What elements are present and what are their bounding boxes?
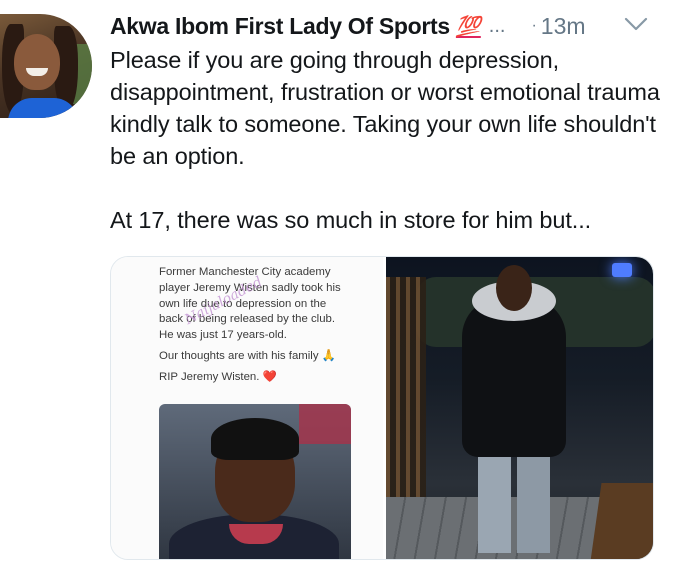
tweet-paragraph: Please if you are going through depressi… xyxy=(110,47,660,169)
caption-line: Former Manchester City academy xyxy=(159,266,331,278)
chevron-down-icon[interactable] xyxy=(624,16,648,32)
author-avatar[interactable] xyxy=(0,14,92,118)
caption-line: player Jeremy Wisten sadly took his xyxy=(159,281,341,294)
name-truncation: ... xyxy=(488,14,506,37)
boy-portrait xyxy=(159,404,351,559)
caption-line: He was just 17 years-old. xyxy=(159,329,287,342)
pray-emoji: 🙏 xyxy=(321,349,336,362)
separator-dot: · xyxy=(531,17,537,34)
caption-rip: RIP Jeremy Wisten. ❤️ xyxy=(159,370,369,386)
media-image-right[interactable] xyxy=(386,257,653,559)
person-jacket xyxy=(462,297,566,457)
heart-emoji: ❤️ xyxy=(262,370,277,383)
photo-blue-light xyxy=(612,263,632,277)
portrait-background-red xyxy=(299,404,351,444)
person-jeans xyxy=(478,453,550,553)
author-name[interactable]: Akwa Ibom First Lady Of Sports xyxy=(110,13,450,40)
tweet-paragraph: At 17, there was so much in store for hi… xyxy=(110,207,592,233)
portrait-hair xyxy=(211,418,299,460)
hundred-points-emoji: 💯 xyxy=(455,15,481,38)
avatar-face xyxy=(14,34,60,90)
rip-text: RIP Jeremy Wisten. xyxy=(159,370,260,383)
tweet-timestamp[interactable]: 13m xyxy=(541,13,586,40)
photo-planter xyxy=(590,483,653,559)
tweet-header: Akwa Ibom First Lady Of Sports 💯 ... · 1… xyxy=(110,6,670,46)
person-face xyxy=(496,265,532,311)
caption-tribute: Our thoughts are with his family 🙏 xyxy=(159,349,369,365)
media-image-left[interactable]: Former Manchester City academy player Je… xyxy=(111,257,386,559)
tribute-text: Our thoughts are with his family xyxy=(159,349,319,362)
tweet-text: Please if you are going through depressi… xyxy=(110,44,670,236)
tweet-media[interactable]: Former Manchester City academy player Je… xyxy=(110,256,654,560)
